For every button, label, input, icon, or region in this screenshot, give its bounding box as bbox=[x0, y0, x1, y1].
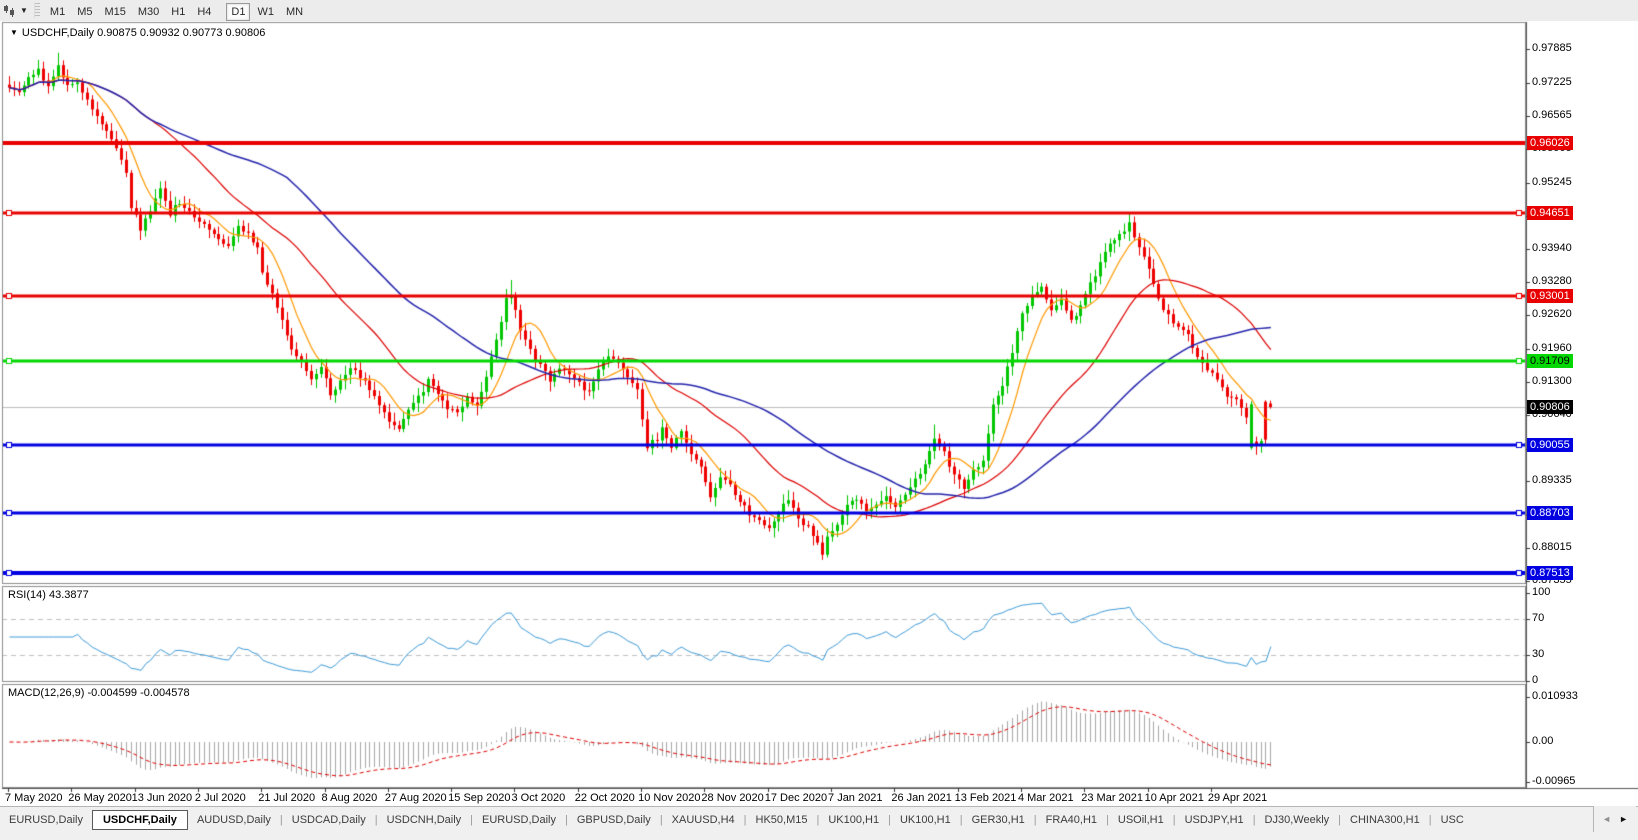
macd-scale-label: 0.010933 bbox=[1532, 690, 1578, 702]
tab-gbpusd-daily[interactable]: GBPUSD,Daily bbox=[568, 811, 660, 829]
date-tick-label: 3 Oct 2020 bbox=[511, 792, 565, 804]
tab-usdcad-daily[interactable]: USDCAD,Daily bbox=[283, 811, 375, 829]
date-tick-label: 4 Mar 2021 bbox=[1018, 792, 1074, 804]
date-tick-label: 7 Jan 2021 bbox=[828, 792, 882, 804]
date-tick-label: 2 Jul 2020 bbox=[195, 792, 246, 804]
tab-fra40-h1[interactable]: FRA40,H1 bbox=[1037, 811, 1106, 829]
tab-usdchf-daily[interactable]: USDCHF,Daily bbox=[92, 810, 188, 830]
price-tick-label: 0.92620 bbox=[1532, 308, 1572, 320]
collapse-triangle-icon: ▼ bbox=[10, 28, 18, 37]
date-tick-label: 22 Oct 2020 bbox=[575, 792, 635, 804]
price-chart-canvas[interactable] bbox=[0, 21, 1638, 806]
date-tick-label: 28 Nov 2020 bbox=[701, 792, 763, 804]
timeframe-button-m1[interactable]: M1 bbox=[45, 3, 70, 21]
chart-title-text: USDCHF,Daily 0.90875 0.90932 0.90773 0.9… bbox=[22, 27, 265, 39]
timeframe-button-m15[interactable]: M15 bbox=[99, 3, 130, 21]
date-tick-label: 26 May 2020 bbox=[68, 792, 132, 804]
chart-toolbar: ▼ M1M5M15M30H1H4 D1W1MN bbox=[0, 0, 1638, 22]
chevron-down-icon: ▼ bbox=[20, 6, 28, 15]
timeframe-button-h4[interactable]: H4 bbox=[192, 3, 216, 21]
timeframe-button-mn[interactable]: MN bbox=[281, 3, 308, 21]
price-tick-label: 0.97225 bbox=[1532, 76, 1572, 88]
timeframe-button-w1[interactable]: W1 bbox=[252, 3, 279, 21]
hline-price-label: 0.96026 bbox=[1527, 136, 1573, 150]
macd-scale-label: 0.00 bbox=[1532, 735, 1553, 747]
hline-price-label: 0.90055 bbox=[1527, 438, 1573, 452]
hline-price-label: 0.87513 bbox=[1527, 566, 1573, 580]
price-tick-label: 0.91300 bbox=[1532, 375, 1572, 387]
date-tick-label: 17 Dec 2020 bbox=[765, 792, 827, 804]
tab-eurusd-daily[interactable]: EURUSD,Daily bbox=[473, 811, 565, 829]
tab-scroll-arrows: ◄ ► bbox=[1593, 806, 1636, 832]
timeframe-button-d1[interactable]: D1 bbox=[226, 3, 250, 21]
current-price-label: 0.90806 bbox=[1527, 400, 1573, 414]
date-tick-label: 21 Jul 2020 bbox=[258, 792, 315, 804]
date-tick-label: 10 Nov 2020 bbox=[638, 792, 700, 804]
chart-area: ▼ USDCHF,Daily 0.90875 0.90932 0.90773 0.… bbox=[0, 21, 1638, 806]
tab-ger30-h1[interactable]: GER30,H1 bbox=[963, 811, 1034, 829]
date-tick-label: 13 Jun 2020 bbox=[132, 792, 193, 804]
timeframe-buttons: M1M5M15M30H1H4 D1W1MN bbox=[44, 2, 317, 20]
tab-china300-h1[interactable]: CHINA300,H1 bbox=[1341, 811, 1429, 829]
tab-xauusd-h4[interactable]: XAUUSD,H4 bbox=[663, 811, 744, 829]
price-tick-label: 0.91960 bbox=[1532, 342, 1572, 354]
tab-uk100-h1[interactable]: UK100,H1 bbox=[819, 811, 888, 829]
hline-price-label: 0.93001 bbox=[1527, 289, 1573, 303]
price-tick-label: 0.93940 bbox=[1532, 242, 1572, 254]
date-tick-label: 27 Aug 2020 bbox=[385, 792, 447, 804]
rsi-scale-label: 30 bbox=[1532, 648, 1544, 660]
date-tick-label: 8 Aug 2020 bbox=[322, 792, 378, 804]
chart-title: ▼ USDCHF,Daily 0.90875 0.90932 0.90773 0.… bbox=[10, 27, 265, 39]
hline-price-label: 0.91709 bbox=[1527, 354, 1573, 368]
tab-usdjpy-h1[interactable]: USDJPY,H1 bbox=[1176, 811, 1253, 829]
date-tick-label: 13 Feb 2021 bbox=[955, 792, 1017, 804]
price-tick-label: 0.93280 bbox=[1532, 275, 1572, 287]
rsi-scale-label: 0 bbox=[1532, 674, 1538, 686]
trading-platform-window: ▼ M1M5M15M30H1H4 D1W1MN ▼ USDCHF,Daily 0.9… bbox=[0, 0, 1638, 840]
date-tick-label: 15 Sep 2020 bbox=[448, 792, 510, 804]
hline-price-label: 0.94651 bbox=[1527, 206, 1573, 220]
macd-indicator-label: MACD(12,26,9) -0.004599 -0.004578 bbox=[8, 687, 190, 699]
price-tick-label: 0.97885 bbox=[1532, 42, 1572, 54]
candles-indicator-icon bbox=[3, 5, 17, 17]
price-tick-label: 0.95245 bbox=[1532, 176, 1572, 188]
scroll-tabs-right-button[interactable]: ► bbox=[1615, 812, 1632, 826]
tab-hk50-m15[interactable]: HK50,M15 bbox=[747, 811, 817, 829]
timeframe-button-m5[interactable]: M5 bbox=[72, 3, 97, 21]
hline-price-label: 0.88703 bbox=[1527, 506, 1573, 520]
date-tick-label: 23 Mar 2021 bbox=[1081, 792, 1143, 804]
rsi-scale-label: 100 bbox=[1532, 586, 1550, 598]
macd-scale-label: -0.00965 bbox=[1532, 775, 1575, 787]
tab-uk100-h1[interactable]: UK100,H1 bbox=[891, 811, 960, 829]
tab-usdcnh-daily[interactable]: USDCNH,Daily bbox=[378, 811, 471, 829]
rsi-scale-label: 70 bbox=[1532, 612, 1544, 624]
tab-audusd-daily[interactable]: AUDUSD,Daily bbox=[188, 811, 280, 829]
toolbar-grip[interactable] bbox=[34, 3, 40, 18]
tab-usc[interactable]: USC bbox=[1432, 811, 1473, 829]
tab-dj30-weekly[interactable]: DJ30,Weekly bbox=[1256, 811, 1339, 829]
tab-usoil-h1[interactable]: USOil,H1 bbox=[1109, 811, 1173, 829]
chart-tab-bar: EURUSD,DailyUSDCHF,DailyAUDUSD,Daily|USD… bbox=[0, 806, 1638, 833]
price-tick-label: 0.96565 bbox=[1532, 109, 1572, 121]
date-tick-label: 10 Apr 2021 bbox=[1145, 792, 1204, 804]
chart-type-dropdown-button[interactable]: ▼ bbox=[0, 1, 30, 20]
tab-eurusd-daily[interactable]: EURUSD,Daily bbox=[0, 811, 92, 829]
scroll-tabs-left-button[interactable]: ◄ bbox=[1598, 812, 1615, 826]
price-tick-label: 0.89335 bbox=[1532, 474, 1572, 486]
date-tick-label: 29 Apr 2021 bbox=[1208, 792, 1267, 804]
timeframe-button-h1[interactable]: H1 bbox=[166, 3, 190, 21]
date-tick-label: 7 May 2020 bbox=[5, 792, 62, 804]
rsi-indicator-label: RSI(14) 43.3877 bbox=[8, 589, 89, 601]
timeframe-button-m30[interactable]: M30 bbox=[133, 3, 164, 21]
price-tick-label: 0.88015 bbox=[1532, 541, 1572, 553]
date-tick-label: 26 Jan 2021 bbox=[891, 792, 952, 804]
